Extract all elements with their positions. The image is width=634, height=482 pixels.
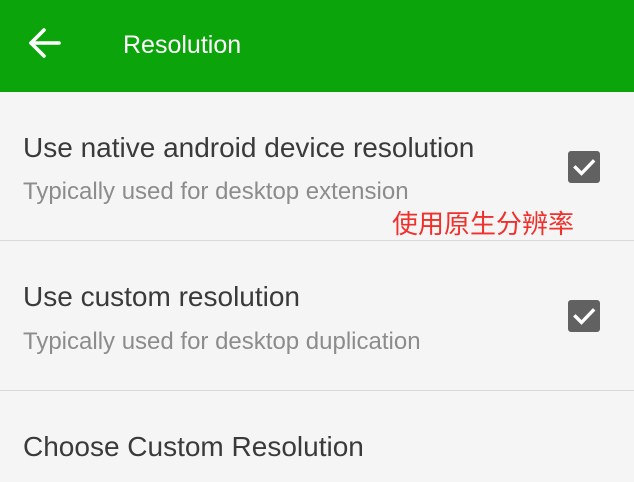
setting-custom-resolution[interactable]: Use custom resolution Typically used for…: [0, 241, 634, 390]
app-bar: Resolution: [0, 0, 634, 92]
annotation-label: 使用原生分辨率: [392, 210, 575, 240]
custom-resolution-checkbox[interactable]: [568, 300, 600, 332]
page-title: Resolution: [123, 31, 242, 59]
setting-summary: Typically used for desktop duplication: [23, 328, 421, 355]
check-icon: [573, 159, 596, 176]
setting-title: Choose Custom Resolution: [23, 431, 364, 462]
arrow-back-icon: [29, 28, 61, 58]
setting-summary: Typically used for desktop extension: [23, 178, 409, 205]
check-icon: [573, 308, 596, 325]
setting-title: Use native android device resolution: [23, 132, 475, 163]
resolution-settings-screen: Resolution Use native android device res…: [0, 0, 634, 482]
back-button[interactable]: [25, 23, 65, 63]
setting-title: Use custom resolution: [23, 281, 301, 312]
setting-choose-custom-resolution[interactable]: Choose Custom Resolution: [0, 391, 634, 482]
native-resolution-checkbox[interactable]: [568, 151, 600, 183]
